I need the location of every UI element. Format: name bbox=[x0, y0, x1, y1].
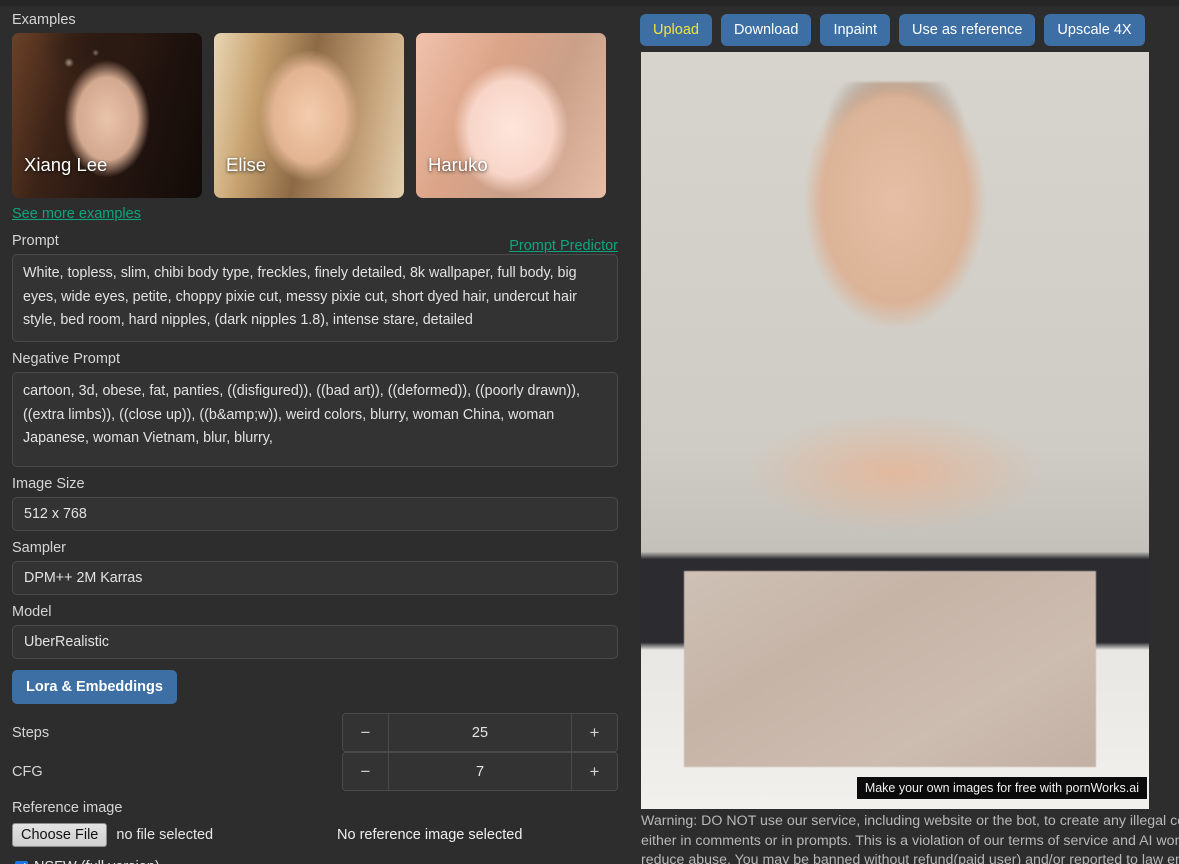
warning-line-2: either in comments or in prompts. This i… bbox=[641, 832, 1179, 852]
preview-panel: Upload Download Inpaint Use as reference… bbox=[634, 6, 1179, 864]
examples-label: Examples bbox=[12, 10, 618, 30]
example-thumbnail-haruko[interactable]: Haruko bbox=[416, 33, 606, 198]
upscale-4x-button[interactable]: Upscale 4X bbox=[1044, 14, 1144, 46]
warning-line-1: Warning: DO NOT use our service, includi… bbox=[641, 812, 1179, 832]
example-thumbnail-elise[interactable]: Elise bbox=[214, 33, 404, 198]
app-root: Examples Xiang Lee Elise Haruko See more… bbox=[0, 0, 1179, 864]
image-toolbar: Upload Download Inpaint Use as reference… bbox=[634, 6, 1179, 46]
image-size-label: Image Size bbox=[12, 474, 618, 494]
examples-thumbnail-row: Xiang Lee Elise Haruko bbox=[12, 33, 618, 198]
nsfw-checkbox[interactable] bbox=[15, 861, 28, 864]
use-as-reference-button[interactable]: Use as reference bbox=[899, 14, 1035, 46]
negative-prompt-input[interactable]: cartoon, 3d, obese, fat, panties, ((disf… bbox=[12, 372, 618, 467]
see-more-examples-link[interactable]: See more examples bbox=[12, 206, 141, 222]
cfg-increment-button[interactable]: + bbox=[571, 753, 617, 790]
no-reference-image-selected-text: No reference image selected bbox=[337, 827, 522, 843]
no-file-selected-text: no file selected bbox=[116, 827, 213, 843]
cfg-stepper[interactable]: − 7 + bbox=[342, 752, 618, 791]
image-size-select[interactable] bbox=[12, 497, 618, 531]
model-select[interactable] bbox=[12, 625, 618, 659]
prompt-predictor-link[interactable]: Prompt Predictor bbox=[509, 238, 618, 254]
steps-decrement-button[interactable]: − bbox=[343, 714, 389, 751]
usage-warning-text: Warning: DO NOT use our service, includi… bbox=[641, 812, 1179, 864]
model-label: Model bbox=[12, 602, 618, 622]
steps-increment-button[interactable]: + bbox=[571, 714, 617, 751]
download-button[interactable]: Download bbox=[721, 14, 812, 46]
lora-embeddings-button[interactable]: Lora & Embeddings bbox=[12, 670, 177, 704]
nsfw-checkbox-row[interactable]: NSFW (full version) bbox=[12, 859, 618, 864]
reference-image-row: Choose File no file selected No referenc… bbox=[12, 821, 618, 849]
steps-value[interactable]: 25 bbox=[389, 714, 571, 751]
example-image-xiang-lee bbox=[12, 33, 202, 198]
warning-line-3: reduce abuse. You may be banned without … bbox=[641, 851, 1179, 864]
negative-prompt-label: Negative Prompt bbox=[12, 349, 618, 369]
cfg-decrement-button[interactable]: − bbox=[343, 753, 389, 790]
cfg-row: CFG − 7 + bbox=[12, 752, 618, 791]
reference-image-label: Reference image bbox=[12, 798, 618, 818]
prompt-input[interactable]: White, topless, slim, chibi body type, f… bbox=[12, 254, 618, 342]
example-image-elise bbox=[214, 33, 404, 198]
upload-button[interactable]: Upload bbox=[640, 14, 712, 46]
steps-label: Steps bbox=[12, 725, 342, 741]
censor-bar-overlay bbox=[684, 571, 1095, 768]
steps-row: Steps − 25 + bbox=[12, 713, 618, 752]
steps-stepper[interactable]: − 25 + bbox=[342, 713, 618, 752]
generation-settings-panel: Examples Xiang Lee Elise Haruko See more… bbox=[0, 6, 630, 864]
sampler-label: Sampler bbox=[12, 538, 618, 558]
cfg-value[interactable]: 7 bbox=[389, 753, 571, 790]
inpaint-button[interactable]: Inpaint bbox=[820, 14, 890, 46]
cfg-label: CFG bbox=[12, 764, 342, 780]
example-image-haruko bbox=[416, 33, 606, 198]
example-thumbnail-xiang-lee[interactable]: Xiang Lee bbox=[12, 33, 202, 198]
nsfw-label: NSFW (full version) bbox=[34, 859, 160, 864]
generated-image[interactable]: Make your own images for free with pornW… bbox=[641, 52, 1149, 809]
prompt-label: Prompt bbox=[12, 231, 59, 251]
sampler-select[interactable] bbox=[12, 561, 618, 595]
image-watermark: Make your own images for free with pornW… bbox=[857, 777, 1147, 799]
choose-file-button[interactable]: Choose File bbox=[12, 823, 107, 847]
